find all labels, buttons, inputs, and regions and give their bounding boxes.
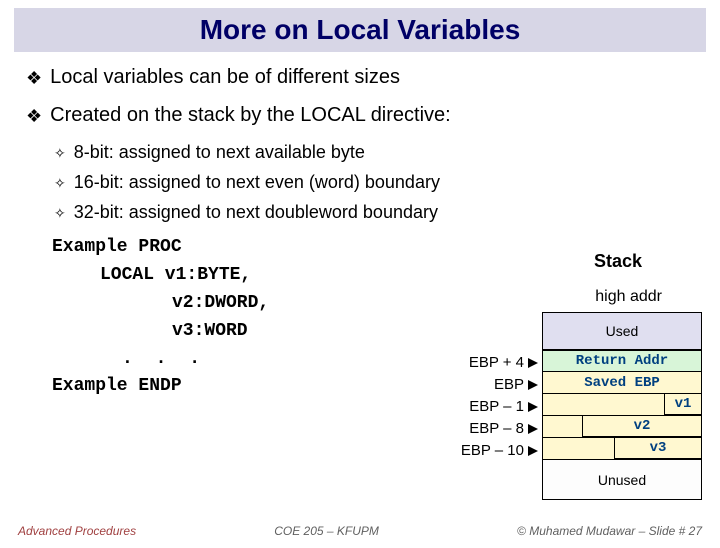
offset-text: EBP – 8 <box>469 420 524 437</box>
stack-v3-row: v3 <box>542 438 702 460</box>
footer-right: © Muhamed Mudawar – Slide # 27 <box>517 524 702 538</box>
offset-text: EBP <box>494 376 524 393</box>
bullet-text: Created on the stack by the LOCAL direct… <box>50 104 451 127</box>
offset-row: EBP <box>461 374 538 396</box>
bullet-text: Local variables can be of different size… <box>50 66 400 89</box>
offset-row: EBP – 10 <box>461 440 538 462</box>
bullet-level1: ❖ Created on the stack by the LOCAL dire… <box>26 104 694 128</box>
bullet-level2: ✧ 8-bit: assigned to next available byte <box>54 142 694 164</box>
bullet-text: 16-bit: assigned to next even (word) bou… <box>74 172 440 193</box>
bullet-level1: ❖ Local variables can be of different si… <box>26 66 694 90</box>
offset-row: EBP – 1 <box>461 396 538 418</box>
stack-v1-row: v1 <box>542 394 702 416</box>
diamond-icon: ✧ <box>54 202 66 224</box>
offset-text: EBP – 1 <box>469 398 524 415</box>
stack-v1-box: v1 <box>664 393 702 415</box>
bullet-level2: ✧ 16-bit: assigned to next even (word) b… <box>54 172 694 194</box>
footer-left: Advanced Procedures <box>18 524 136 538</box>
arrow-icon <box>528 358 538 368</box>
slide-footer: Advanced Procedures COE 205 – KFUPM © Mu… <box>0 524 720 538</box>
arrow-icon <box>528 424 538 434</box>
stack-return-label: Return Addr <box>576 353 668 369</box>
offset-row: EBP + 4 <box>461 352 538 374</box>
diamond-icon: ✧ <box>54 172 66 194</box>
stack-v3-box: v3 <box>614 437 702 459</box>
offset-row: EBP – 8 <box>461 418 538 440</box>
diamond-icon: ❖ <box>26 104 42 128</box>
stack-v2-box: v2 <box>582 415 702 437</box>
stack-v2-row: v2 <box>542 416 702 438</box>
stack-savedebp-label: Saved EBP <box>584 375 660 391</box>
v3-label: v3 <box>650 440 667 456</box>
ebp-offsets: EBP + 4 EBP EBP – 1 EBP – 8 EBP – 10 <box>461 352 538 462</box>
slide-title: More on Local Variables <box>14 8 706 52</box>
arrow-icon <box>528 446 538 456</box>
arrow-icon <box>528 380 538 390</box>
high-addr-label: high addr <box>595 288 662 306</box>
stack-unused-label: Unused <box>598 472 646 488</box>
offset-text: EBP – 10 <box>461 442 524 459</box>
stack-unused-row: Unused <box>542 460 702 500</box>
stack-used-row: Used <box>542 312 702 350</box>
stack-diagram: Used Return Addr Saved EBP v1 v2 v3 Unus… <box>542 312 702 500</box>
offset-text: EBP + 4 <box>469 354 524 371</box>
diamond-icon: ✧ <box>54 142 66 164</box>
bullet-text: 8-bit: assigned to next available byte <box>74 142 365 163</box>
bullet-text: 32-bit: assigned to next doubleword boun… <box>74 202 438 223</box>
stack-used-label: Used <box>606 323 639 339</box>
v2-label: v2 <box>634 418 651 434</box>
diamond-icon: ❖ <box>26 66 42 90</box>
stack-return-row: Return Addr <box>542 350 702 372</box>
stack-savedebp-row: Saved EBP <box>542 372 702 394</box>
bullet-level2: ✧ 32-bit: assigned to next doubleword bo… <box>54 202 694 224</box>
arrow-icon <box>528 402 538 412</box>
stack-heading: Stack <box>594 251 642 272</box>
footer-center: COE 205 – KFUPM <box>136 524 517 538</box>
v1-label: v1 <box>675 396 692 412</box>
